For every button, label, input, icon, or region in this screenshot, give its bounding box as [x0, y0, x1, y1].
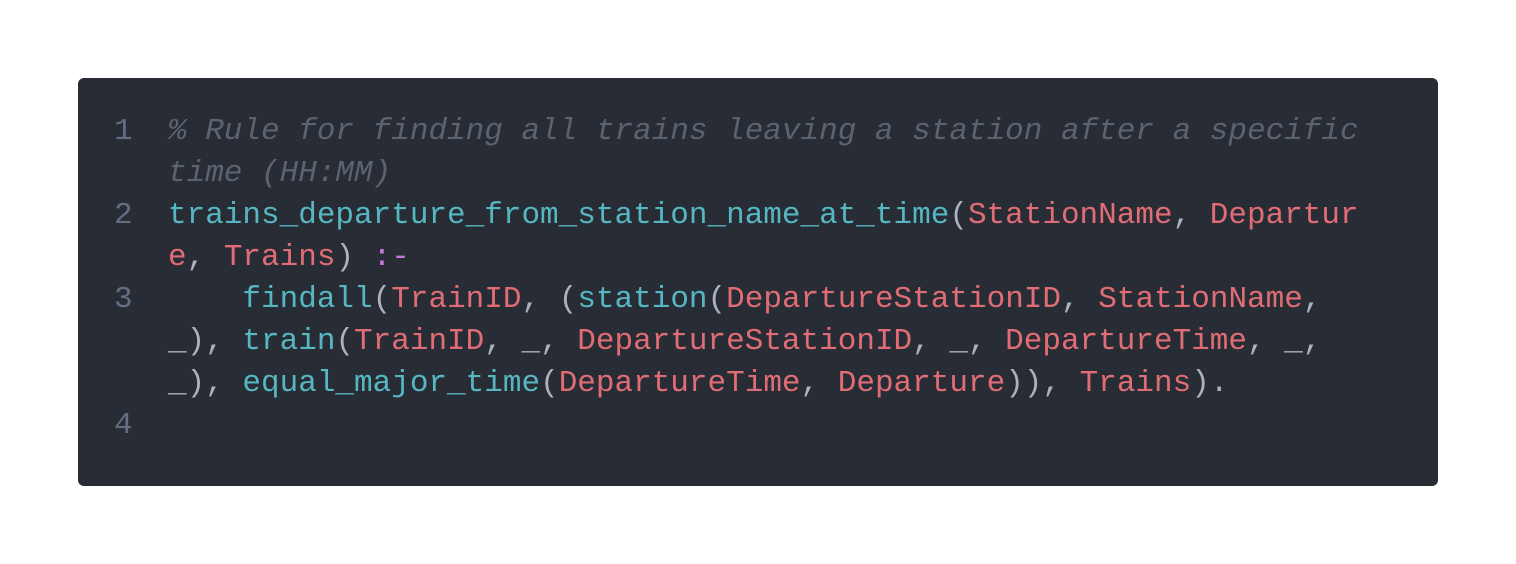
code-variable: StationName	[1098, 282, 1303, 317]
code-function: trains_departure_from_station_name_at_ti…	[168, 198, 950, 233]
code-variable: DepartureTime	[1005, 324, 1248, 359]
code-operator: :-	[372, 240, 410, 275]
code-content: 1 % Rule for finding all trains leaving a…	[78, 111, 1438, 447]
code-punctuation: (	[335, 324, 355, 359]
code-punctuation: (	[372, 282, 392, 317]
code-line: 4​	[78, 405, 1438, 447]
code-variable: TrainID	[354, 324, 485, 359]
code-punctuation: (	[949, 198, 968, 233]
code-comment: % Rule for finding all trains leaving a …	[168, 114, 1378, 191]
code-variable: Trains	[1079, 366, 1192, 401]
line-number: 1	[114, 114, 133, 149]
code-variable: Departure	[837, 366, 1006, 401]
line-number: 3	[114, 282, 133, 317]
code-variable: DepartureTime	[558, 366, 801, 401]
code-punctuation: )	[335, 240, 373, 275]
code-line: 1 % Rule for finding all trains leaving a…	[78, 111, 1438, 195]
code-punctuation: (	[540, 366, 559, 401]
code-function: equal_major_time	[242, 366, 541, 401]
code-line-text: findall(TrainID, (station(DepartureStati…	[168, 279, 1395, 405]
code-punctuation: ,	[1061, 282, 1099, 317]
code-line-text: trains_departure_from_station_name_at_ti…	[168, 195, 1395, 279]
code-line: 2 trains_departure_from_station_name_at_t…	[78, 195, 1438, 279]
code-punctuation: ,	[186, 240, 224, 275]
code-variable: TrainID	[391, 282, 522, 317]
code-block: 1 % Rule for finding all trains leaving a…	[78, 78, 1438, 486]
code-punctuation	[168, 282, 242, 317]
code-variable: StationName	[967, 198, 1173, 233]
code-punctuation: ,	[1172, 198, 1210, 233]
code-punctuation: (	[707, 282, 727, 317]
code-punctuation: , _,	[912, 324, 1006, 359]
code-function: station	[577, 282, 708, 317]
code-line: 3 findall(TrainID, (station(DepartureSta…	[78, 279, 1438, 405]
code-line-text: ​	[168, 405, 1395, 447]
code-punctuation: ,	[800, 366, 838, 401]
line-number: 2	[114, 198, 133, 233]
code-variable: Trains	[223, 240, 336, 275]
line-number: 4	[114, 408, 133, 443]
code-punctuation: )),	[1005, 366, 1080, 401]
code-punctuation: ).	[1191, 366, 1229, 401]
code-line-text: % Rule for finding all trains leaving a …	[168, 111, 1395, 195]
code-punctuation: , (	[521, 282, 578, 317]
code-variable: DepartureStationID	[726, 282, 1062, 317]
code-function: findall	[242, 282, 373, 317]
code-function: train	[242, 324, 336, 359]
code-punctuation: , _,	[484, 324, 578, 359]
code-variable: DepartureStationID	[577, 324, 913, 359]
